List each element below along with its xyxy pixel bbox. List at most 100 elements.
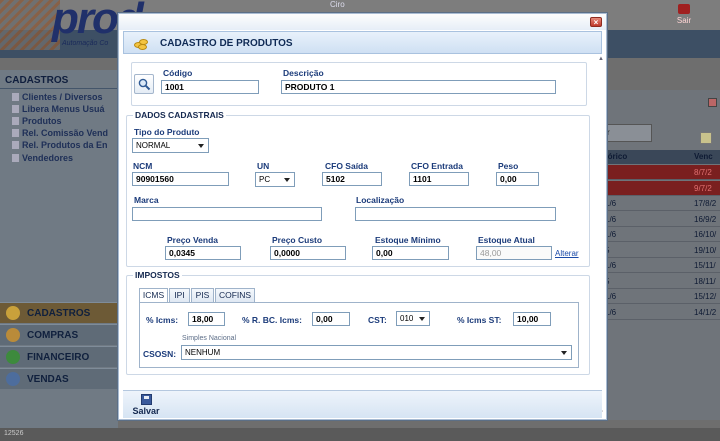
product-dialog: × CADASTRO DE PRODUTOS ▲ ▼ Código 1001 D… bbox=[118, 13, 607, 420]
money-icon bbox=[6, 350, 20, 364]
localizacao-field[interactable] bbox=[355, 207, 556, 221]
estoque-atual-label: Estoque Atual bbox=[478, 235, 535, 245]
sidebar-item-rel-comissao[interactable]: Rel. Comissão Vend bbox=[12, 128, 108, 138]
sidebar-item-rel-produtos[interactable]: Rel. Produtos da En bbox=[12, 140, 108, 150]
localizacao-label: Localização bbox=[356, 195, 405, 205]
grid-header-historico: tórico bbox=[605, 152, 628, 161]
descricao-label: Descrição bbox=[283, 68, 324, 78]
cst-select[interactable]: 010 bbox=[396, 311, 430, 326]
grid-cell-vencimento: 19/10/ bbox=[694, 245, 717, 255]
sidebar-title: CADASTROS bbox=[5, 75, 69, 86]
menu-vendas-label: VENDAS bbox=[27, 374, 69, 385]
un-select[interactable]: PC bbox=[255, 172, 295, 187]
exit-button[interactable]: Sair bbox=[672, 4, 696, 25]
grid-row[interactable]: 1/6 16/9/2 bbox=[602, 212, 720, 227]
alterar-link[interactable]: Alterar bbox=[555, 249, 579, 258]
marca-label: Marca bbox=[134, 195, 159, 205]
grid-row[interactable]: 1/6 16/10/ bbox=[602, 227, 720, 242]
coins-icon bbox=[134, 36, 150, 50]
grid-row[interactable]: 1/6 15/12/ bbox=[602, 289, 720, 304]
ncm-field[interactable]: 90901560 bbox=[132, 172, 229, 186]
dialog-title: CADASTRO DE PRODUTOS bbox=[160, 38, 293, 49]
preco-custo-field[interactable]: 0,0000 bbox=[270, 246, 346, 260]
grid-cell-vencimento: 18/11/ bbox=[694, 276, 716, 286]
app-logo-subtitle: Automação Co bbox=[62, 40, 109, 47]
grid-row[interactable]: 1/6 15/11/ bbox=[602, 258, 720, 273]
search-icon bbox=[138, 78, 151, 91]
grid-row[interactable]: 9/7/2 bbox=[602, 180, 720, 196]
peso-field[interactable]: 0,00 bbox=[496, 172, 539, 186]
floppy-disk-icon bbox=[140, 394, 152, 405]
dialog-title-bar: CADASTRO DE PRODUTOS bbox=[123, 31, 602, 54]
cst-label: CST: bbox=[368, 315, 387, 325]
chevron-down-icon bbox=[284, 178, 290, 182]
icms-field[interactable]: 18,00 bbox=[188, 312, 225, 326]
tipo-produto-value: NORMAL bbox=[136, 141, 171, 150]
chevron-down-icon bbox=[561, 351, 567, 355]
grid-cell-vencimento: 15/11/ bbox=[694, 261, 716, 270]
cfo-saida-label: CFO Saída bbox=[325, 161, 368, 171]
grid-row[interactable]: 5 18/11/ bbox=[602, 274, 720, 289]
tab-ipi[interactable]: IPI bbox=[169, 288, 190, 302]
tab-pis[interactable]: PIS bbox=[191, 288, 214, 302]
csosn-value: NENHUM bbox=[185, 348, 221, 357]
menu-cadastros[interactable]: CADASTROS bbox=[0, 302, 118, 323]
scroll-up-icon[interactable]: ▲ bbox=[597, 56, 605, 62]
grid-cell-vencimento: 16/10/ bbox=[694, 230, 717, 239]
grid-cell-vencimento: 8/7/2 bbox=[694, 168, 712, 177]
menu-financeiro-label: FINANCEIRO bbox=[27, 352, 90, 363]
cfo-entrada-label: CFO Entrada bbox=[411, 161, 463, 171]
estoque-minimo-label: Estoque Mínimo bbox=[375, 235, 441, 245]
csosn-label: CSOSN: bbox=[143, 349, 177, 359]
icms-tab-panel: % Icms: 18,00 % R. BC. Icms: 0,00 CST: 0… bbox=[139, 302, 579, 368]
icms-st-field[interactable]: 10,00 bbox=[513, 312, 551, 326]
grid-row[interactable]: 5 19/10/ bbox=[602, 243, 720, 258]
codigo-field[interactable]: 1001 bbox=[161, 80, 259, 94]
preco-venda-label: Preço Venda bbox=[167, 235, 219, 245]
tab-cofins[interactable]: COFINS bbox=[215, 288, 255, 302]
menu-vendas[interactable]: VENDAS bbox=[0, 368, 118, 389]
menu-financeiro[interactable]: FINANCEIRO bbox=[0, 346, 118, 367]
close-button[interactable]: × bbox=[590, 17, 602, 27]
background-search-box[interactable]: r bbox=[604, 124, 652, 142]
tab-icms[interactable]: ICMS bbox=[139, 288, 168, 303]
csosn-select[interactable]: NENHUM bbox=[181, 345, 572, 360]
people-icon bbox=[6, 372, 20, 386]
icms-st-label: % Icms ST: bbox=[457, 315, 502, 325]
sidebar-item-libera-menus[interactable]: Libera Menus Usuá bbox=[12, 104, 105, 114]
chevron-down-icon bbox=[419, 317, 425, 321]
estoque-minimo-field[interactable]: 0,00 bbox=[372, 246, 449, 260]
impostos-legend: IMPOSTOS bbox=[133, 270, 182, 280]
dialog-top-bar: × bbox=[119, 14, 606, 30]
marca-field[interactable] bbox=[132, 207, 322, 221]
descricao-field[interactable]: PRODUTO 1 bbox=[281, 80, 556, 94]
estoque-atual-field: 48,00 bbox=[476, 246, 552, 260]
rbc-icms-field[interactable]: 0,00 bbox=[312, 312, 350, 326]
grid-row[interactable]: 1/6 17/8/2 bbox=[602, 196, 720, 211]
menu-cadastros-label: CADASTROS bbox=[27, 308, 91, 319]
status-bar: 12526 bbox=[0, 428, 720, 441]
preco-venda-field[interactable]: 0,0345 bbox=[165, 246, 241, 260]
cart-icon bbox=[6, 328, 20, 342]
grid-cell-vencimento: 15/12/ bbox=[694, 292, 717, 301]
cfo-entrada-field[interactable]: 1101 bbox=[409, 172, 469, 186]
grid-cell-vencimento: 9/7/2 bbox=[694, 183, 712, 193]
save-label: Salvar bbox=[132, 406, 160, 416]
sidebar-item-produtos[interactable]: Produtos bbox=[12, 116, 62, 126]
sidebar-item-clientes[interactable]: Clientes / Diversos bbox=[12, 92, 103, 102]
grid-row[interactable]: 8/7/2 bbox=[602, 165, 720, 180]
peso-label: Peso bbox=[498, 161, 519, 171]
rbc-icms-label: % R. BC. Icms: bbox=[242, 315, 302, 325]
status-text: 12526 bbox=[4, 430, 24, 437]
panel-close-icon[interactable] bbox=[708, 98, 717, 107]
calendar-icon[interactable] bbox=[700, 132, 712, 144]
grid-row[interactable]: 1/6 14/1/2 bbox=[602, 305, 720, 320]
sidebar-item-vendedores[interactable]: Vendedores bbox=[12, 153, 73, 163]
save-button[interactable]: Salvar bbox=[129, 393, 163, 417]
search-button[interactable] bbox=[134, 74, 154, 94]
codigo-label: Código bbox=[163, 68, 193, 78]
menu-compras[interactable]: COMPRAS bbox=[0, 324, 118, 345]
cfo-saida-field[interactable]: 5102 bbox=[322, 172, 382, 186]
tipo-produto-select[interactable]: NORMAL bbox=[132, 138, 209, 153]
logo-graphic bbox=[0, 0, 60, 50]
